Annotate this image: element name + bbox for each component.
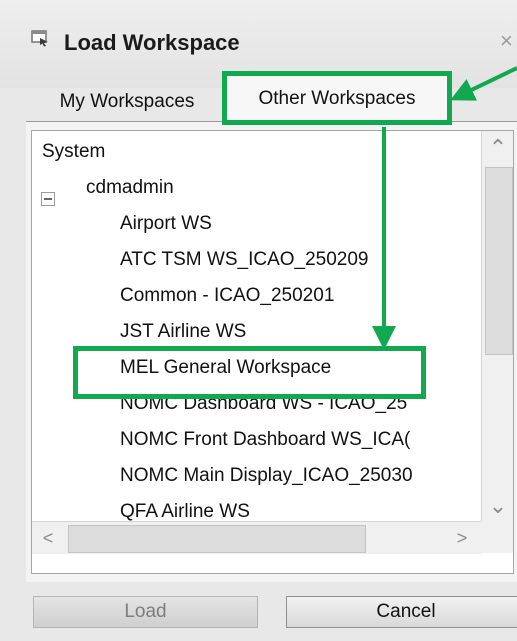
collapse-icon[interactable] [41, 192, 55, 206]
tree-item[interactable]: Common - ICAO_250201 [120, 285, 334, 307]
tab-my-workspaces[interactable]: My Workspaces [32, 82, 222, 122]
tree-item[interactable]: ATC TSM WS_ICAO_250209 [120, 249, 369, 271]
tree-item[interactable]: NOMC Main Display_ICAO_25030 [120, 465, 413, 487]
tab-other-workspaces[interactable]: Other Workspaces [225, 73, 449, 124]
dialog-title: Load Workspace [64, 30, 240, 55]
tree-node-system[interactable]: System [42, 141, 105, 163]
workspace-tree: System cdmadmin Airport WS ATC TSM WS_IC… [31, 130, 514, 574]
tree-item[interactable]: NOMC Dashboard WS - ICAO_25 [120, 393, 407, 415]
tree-item[interactable]: NOMC Front Dashboard WS_ICA( [120, 429, 410, 451]
scroll-left-icon[interactable]: < [32, 522, 64, 554]
load-workspace-dialog: Load Workspace × My Workspaces Other Wor… [0, 0, 517, 641]
tree-item[interactable]: QFA Airline WS [120, 501, 250, 523]
scroll-right-icon[interactable]: > [446, 522, 478, 554]
tree-item-mel-general-workspace[interactable]: MEL General Workspace [120, 357, 331, 379]
load-button[interactable]: Load [33, 596, 258, 628]
workspace-icon [31, 30, 48, 47]
vertical-scroll-thumb[interactable] [485, 167, 513, 355]
scrollbar-corner [481, 521, 513, 553]
horizontal-scroll-thumb[interactable] [68, 525, 366, 553]
tree-item[interactable]: JST Airline WS [120, 321, 246, 343]
scroll-down-icon[interactable]: ⌄ [482, 491, 513, 521]
close-icon[interactable]: × [500, 28, 513, 54]
cancel-button[interactable]: Cancel [286, 596, 517, 628]
vertical-scrollbar[interactable]: ⌃ ⌄ [481, 131, 513, 521]
horizontal-scrollbar[interactable]: < > [32, 521, 481, 554]
scroll-up-icon[interactable]: ⌃ [482, 131, 513, 165]
tree-item[interactable]: Airport WS [120, 213, 212, 235]
tree-node-cdmadmin[interactable]: cdmadmin [86, 177, 174, 199]
